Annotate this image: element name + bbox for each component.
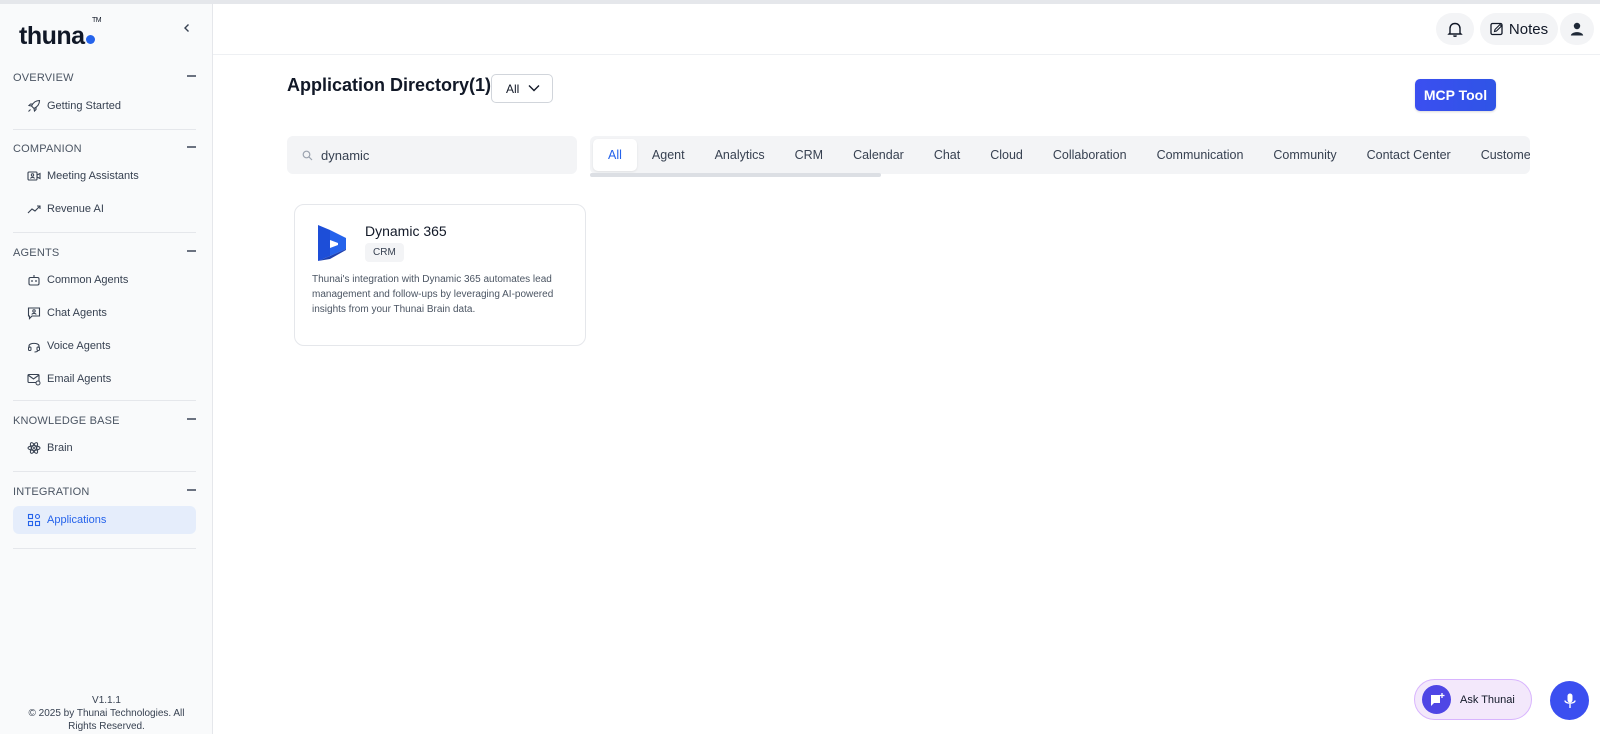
app-category-badge: CRM bbox=[365, 243, 404, 262]
sidebar-item-label: Revenue AI bbox=[47, 203, 104, 215]
section-integration[interactable]: INTEGRATION bbox=[13, 482, 196, 498]
ask-thunai-button[interactable]: Ask Thunai bbox=[1414, 679, 1532, 720]
edit-note-icon bbox=[1490, 22, 1504, 36]
sidebar-item-label: Meeting Assistants bbox=[47, 170, 139, 182]
category-tabs: All Agent Analytics CRM Calendar Chat Cloud Col… bbox=[590, 136, 1530, 174]
tabs-scrollbar[interactable] bbox=[590, 173, 881, 177]
sidebar-item-applications[interactable]: Applications bbox=[13, 506, 196, 534]
sidebar-collapse-button[interactable] bbox=[180, 22, 194, 36]
section-companion[interactable]: COMPANION bbox=[13, 139, 196, 155]
section-overview[interactable]: OVERVIEW bbox=[13, 68, 196, 84]
sidebar: thuna TM OVERVIEW Getting Started COMPANI… bbox=[0, 4, 213, 734]
divider bbox=[13, 129, 196, 130]
rocket-icon bbox=[27, 99, 41, 113]
tab-crm[interactable]: CRM bbox=[780, 139, 838, 171]
headset-icon bbox=[27, 339, 41, 353]
chevron-left-icon bbox=[184, 24, 189, 32]
sidebar-item-common-agents[interactable]: Common Agents bbox=[13, 266, 196, 294]
atom-icon bbox=[27, 441, 41, 455]
search-input[interactable] bbox=[321, 147, 561, 163]
tab-community[interactable]: Community bbox=[1258, 139, 1351, 171]
dynamics-365-logo-icon bbox=[318, 225, 346, 261]
sidebar-item-label: Chat Agents bbox=[47, 307, 107, 319]
section-title: COMPANION bbox=[13, 143, 82, 155]
tab-customer[interactable]: Customer bbox=[1466, 139, 1530, 171]
collapse-dash-icon bbox=[187, 75, 196, 77]
section-title: INTEGRATION bbox=[13, 486, 90, 498]
search-icon bbox=[302, 150, 313, 161]
divider bbox=[13, 471, 196, 472]
collapse-dash-icon bbox=[187, 146, 196, 148]
tab-calendar[interactable]: Calendar bbox=[838, 139, 919, 171]
tab-chat[interactable]: Chat bbox=[919, 139, 975, 171]
section-agents[interactable]: AGENTS bbox=[13, 243, 196, 259]
mcp-tool-button[interactable]: MCP Tool bbox=[1415, 79, 1496, 111]
top-border bbox=[0, 0, 1600, 4]
tab-analytics[interactable]: Analytics bbox=[700, 139, 780, 171]
sidebar-item-label: Email Agents bbox=[47, 373, 112, 385]
chat-icon bbox=[27, 306, 41, 320]
ask-thunai-label: Ask Thunai bbox=[1460, 693, 1515, 706]
sidebar-item-label: Brain bbox=[47, 442, 73, 454]
header-divider bbox=[213, 54, 1600, 55]
tab-agent[interactable]: Agent bbox=[637, 139, 700, 171]
app-description: Thunai's integration with Dynamic 365 au… bbox=[312, 274, 554, 315]
app-card-dynamic-365[interactable]: Dynamic 365 CRM Thunai's integration wit… bbox=[294, 204, 586, 346]
thunai-logo[interactable]: thuna TM bbox=[19, 17, 102, 51]
notes-label: Notes bbox=[1508, 20, 1549, 38]
section-title: OVERVIEW bbox=[13, 72, 74, 84]
sidebar-item-label: Getting Started bbox=[47, 100, 121, 112]
tabs-list: All Agent Analytics CRM Calendar Chat Cloud Col… bbox=[593, 139, 1530, 171]
sidebar-item-revenue-ai[interactable]: Revenue AI bbox=[13, 195, 196, 223]
collapse-dash-icon bbox=[187, 250, 196, 252]
video-icon bbox=[27, 169, 41, 183]
grid-icon bbox=[27, 513, 41, 527]
copyright-text: © 2025 by Thunai Technologies. All Right… bbox=[28, 708, 185, 732]
sidebar-item-label: Common Agents bbox=[47, 274, 129, 286]
sidebar-item-getting-started[interactable]: Getting Started bbox=[13, 92, 196, 120]
tab-all[interactable]: All bbox=[593, 139, 637, 171]
app-name: Dynamic 365 bbox=[365, 223, 447, 239]
collapse-dash-icon bbox=[187, 489, 196, 491]
sidebar-item-label: Applications bbox=[47, 514, 107, 526]
notes-button[interactable]: Notes bbox=[1480, 13, 1558, 45]
collapse-dash-icon bbox=[187, 418, 196, 420]
sidebar-item-label: Voice Agents bbox=[47, 340, 111, 352]
page-title: Application Directory(1) bbox=[287, 75, 492, 95]
section-title: AGENTS bbox=[13, 247, 60, 259]
divider bbox=[13, 548, 196, 549]
sidebar-item-meeting-assistants[interactable]: Meeting Assistants bbox=[13, 162, 196, 190]
divider bbox=[13, 400, 196, 401]
robot-icon bbox=[27, 273, 41, 287]
divider bbox=[13, 232, 196, 233]
tab-cloud[interactable]: Cloud bbox=[975, 139, 1038, 171]
chat-plus-icon bbox=[1422, 685, 1451, 714]
chevron-down-icon bbox=[528, 85, 540, 92]
tab-communication[interactable]: Communication bbox=[1142, 139, 1259, 171]
user-profile-button[interactable] bbox=[1560, 13, 1594, 45]
tab-contact-center[interactable]: Contact Center bbox=[1352, 139, 1466, 171]
section-title: KNOWLEDGE BASE bbox=[13, 415, 120, 427]
notifications-button[interactable] bbox=[1436, 13, 1474, 45]
voice-mic-button[interactable] bbox=[1550, 681, 1589, 720]
search-box[interactable] bbox=[287, 136, 577, 174]
mail-icon bbox=[27, 372, 41, 386]
sidebar-item-voice-agents[interactable]: Voice Agents bbox=[13, 332, 196, 360]
filter-value: All bbox=[506, 81, 520, 96]
sidebar-item-email-agents[interactable]: Email Agents bbox=[13, 365, 196, 393]
directory-filter-select[interactable]: All bbox=[491, 74, 553, 103]
trend-icon bbox=[27, 202, 41, 216]
section-knowledge-base[interactable]: KNOWLEDGE BASE bbox=[13, 411, 196, 427]
version-footer: V1.1.1 © 2025 by Thunai Technologies. Al… bbox=[0, 694, 213, 733]
version-label: V1.1.1 bbox=[92, 695, 121, 706]
bell-icon bbox=[1447, 22, 1463, 37]
microphone-icon bbox=[1563, 693, 1576, 708]
sidebar-item-chat-agents[interactable]: Chat Agents bbox=[13, 299, 196, 327]
sidebar-item-brain[interactable]: Brain bbox=[13, 434, 196, 462]
tab-collaboration[interactable]: Collaboration bbox=[1038, 139, 1142, 171]
user-icon bbox=[1570, 22, 1584, 36]
